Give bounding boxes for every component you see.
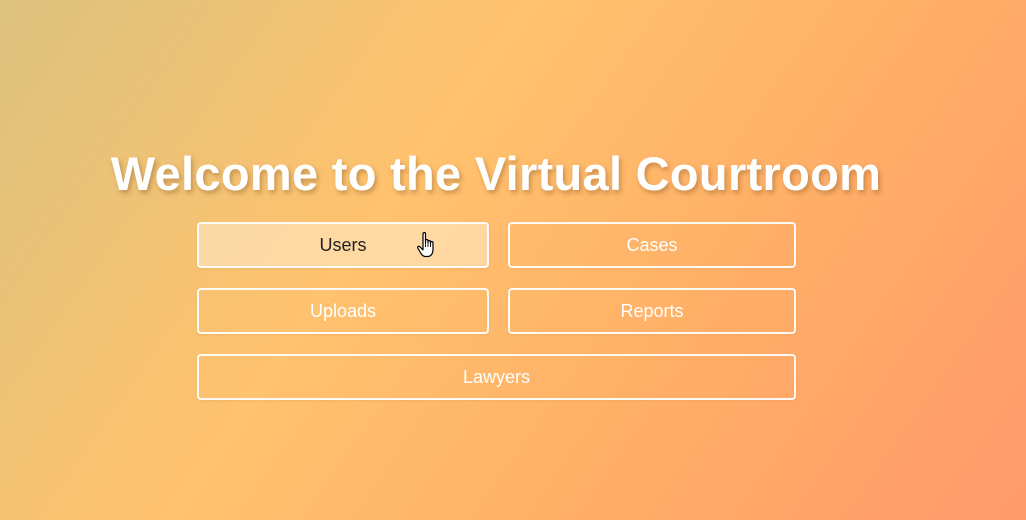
reports-button[interactable]: Reports (508, 288, 796, 334)
lawyers-button-label: Lawyers (462, 366, 531, 387)
reports-button-label: Reports (620, 300, 684, 321)
users-button[interactable]: Users (197, 222, 489, 268)
users-button-label: Users (319, 234, 367, 255)
page-title: Welcome to the Virtual Courtroom (110, 147, 882, 200)
lawyers-button[interactable]: Lawyers (197, 354, 796, 400)
uploads-button[interactable]: Uploads (197, 288, 489, 334)
uploads-button-label: Uploads (309, 300, 377, 321)
cases-button-label: Cases (626, 234, 678, 255)
cases-button[interactable]: Cases (508, 222, 796, 268)
